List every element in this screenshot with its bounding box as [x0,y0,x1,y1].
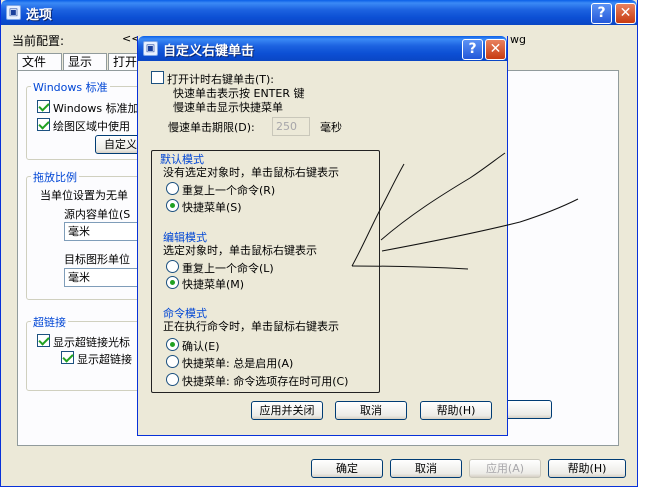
source-units-select[interactable]: 毫米 [64,222,140,241]
tab-display[interactable]: 显示 [63,53,107,71]
dialog-close-icon[interactable]: ✕ [485,39,506,60]
duration-input[interactable]: 250 [272,117,310,136]
drawing-name-fragment: wg [510,33,526,46]
default-repeat-radio[interactable] [166,182,179,195]
app-icon: ▣ [6,5,21,20]
target-units-label: 目标图形单位 [64,253,130,266]
show-hyperlink-checkbox[interactable] [61,351,74,364]
slow-click-desc: 慢速单击显示快捷菜单 [173,101,283,114]
options-title: 选项 [26,8,53,23]
apply-button[interactable]: 应用(A) [469,459,541,478]
current-profile-label: 当前配置: [12,34,65,48]
drawing-area-checkbox[interactable] [37,118,50,131]
close-icon[interactable]: ✕ [615,3,636,24]
edit-repeat-radio[interactable] [166,260,179,273]
command-options-label: 快捷菜单: 命令选项存在时可用(C) [182,375,349,388]
target-units-select[interactable]: 毫米 [64,268,140,287]
dialog-help-button[interactable]: 帮助(H) [420,401,492,420]
cancel-button[interactable]: 取消 [390,459,462,478]
default-shortcut-label: 快捷菜单(S) [182,201,242,214]
drag-scale-legend: 拖放比例 [31,169,79,185]
help-icon[interactable]: ? [591,3,612,24]
edit-shortcut-radio[interactable] [166,276,179,289]
default-shortcut-radio[interactable] [166,199,179,212]
command-mode-desc: 正在执行命令时，单击鼠标右键表示 [163,320,339,333]
command-confirm-radio[interactable] [166,338,179,351]
windows-standard-checkbox[interactable] [37,100,50,113]
command-always-label: 快捷菜单: 总是启用(A) [182,357,294,370]
tab-files[interactable]: 文件 [17,53,62,71]
dialog-title: 自定义右键单击 [163,44,255,59]
show-hyperlink-label: 显示超链接 [77,353,132,366]
windows-standard-legend: Windows 标准 [31,79,110,95]
duration-label: 慢速单击期限(D): [168,121,255,134]
drag-scale-desc: 当单位设置为无单 [40,189,128,202]
ok-button[interactable]: 确定 [311,459,383,478]
apply-and-close-button[interactable]: 应用并关闭 [251,401,323,420]
dialog-app-icon: ▣ [143,41,158,56]
windows-standard-label: Windows 标准加 [53,102,139,115]
command-always-radio[interactable] [166,355,179,368]
dialog-help-icon[interactable]: ? [462,39,483,60]
show-hyperlink-cursor-checkbox[interactable] [37,334,50,347]
default-repeat-label: 重复上一个命令(R) [182,184,276,197]
source-units-label: 源内容单位(S [64,208,131,221]
dialog-titlebar[interactable]: ▣ 自定义右键单击 ? ✕ [138,36,507,61]
options-titlebar[interactable]: ▣ 选项 ? ✕ [1,0,637,25]
drawing-area-label: 绘图区域中使用 [53,120,130,133]
command-options-radio[interactable] [166,373,179,386]
edit-shortcut-label: 快捷菜单(M) [182,278,245,291]
edit-repeat-label: 重复上一个命令(L) [182,262,274,275]
dialog-cancel-button[interactable]: 取消 [335,401,407,420]
duration-unit: 毫秒 [320,121,342,134]
hyperlink-legend: 超链接 [31,314,68,330]
help-button[interactable]: 帮助(H) [548,459,626,478]
timed-right-click-checkbox[interactable] [151,71,164,84]
command-confirm-label: 确认(E) [182,340,220,353]
show-hyperlink-cursor-label: 显示超链接光标 [53,336,130,349]
default-mode-desc: 没有选定对象时，单击鼠标右键表示 [163,166,339,179]
edit-mode-desc: 选定对象时，单击鼠标右键表示 [163,244,317,257]
